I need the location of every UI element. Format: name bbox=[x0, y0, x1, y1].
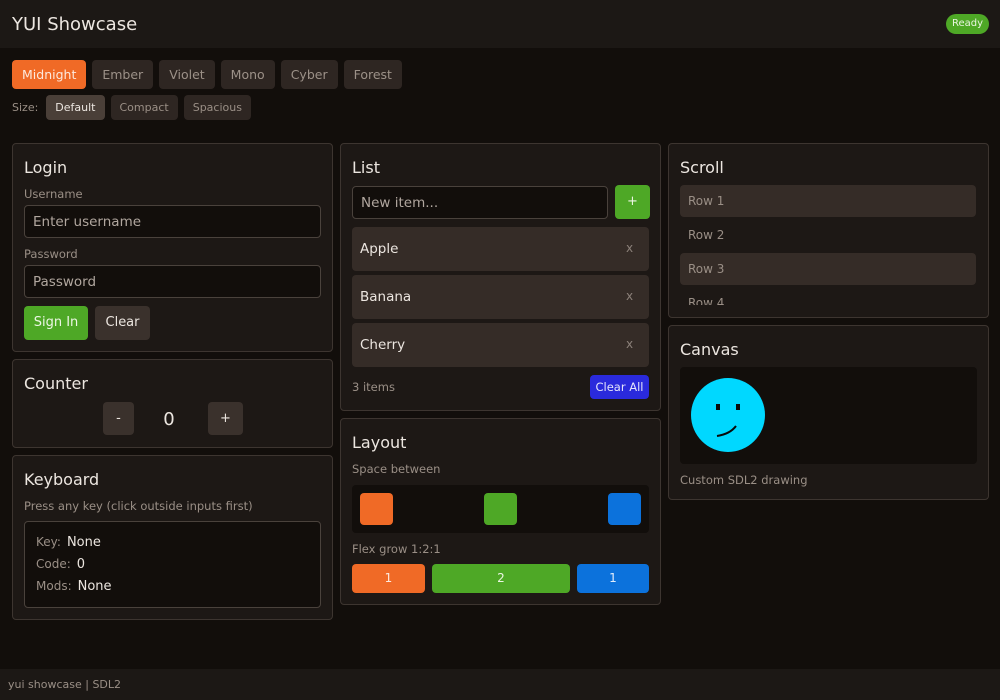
theme-midnight-button[interactable]: Midnight bbox=[12, 60, 87, 89]
list-item: Apple x bbox=[352, 227, 649, 271]
item-count: 3 items bbox=[352, 380, 395, 394]
scroll-panel: Scroll Row 1 Row 2 Row 3 Row 4 bbox=[668, 143, 989, 318]
key-label: Key: bbox=[36, 535, 61, 549]
grow-two: 2 bbox=[432, 564, 570, 593]
list-title: List bbox=[352, 158, 380, 177]
list-item-label: Cherry bbox=[360, 337, 406, 353]
layout-panel: Layout Space between Flex grow 1:2:1 1 2… bbox=[340, 418, 661, 605]
layout-title: Layout bbox=[352, 433, 407, 452]
grow-one-left: 1 bbox=[352, 564, 425, 593]
login-title: Login bbox=[24, 158, 68, 177]
scroll-row: Row 3 bbox=[680, 253, 976, 285]
counter-title: Counter bbox=[24, 374, 88, 393]
theme-violet-button[interactable]: Violet bbox=[159, 60, 215, 89]
keyboard-panel: Keyboard Press any key (click outside in… bbox=[12, 455, 333, 620]
list-item: Cherry x bbox=[352, 323, 649, 367]
size-spacious-button[interactable]: Spacious bbox=[183, 95, 251, 120]
key-value: None bbox=[66, 535, 101, 550]
smiley-face-icon bbox=[691, 378, 765, 452]
status-badge: Ready bbox=[946, 14, 989, 34]
size-default-button[interactable]: Default bbox=[46, 95, 105, 120]
theme-forest-button[interactable]: Forest bbox=[343, 60, 402, 89]
code-value: 0 bbox=[76, 557, 86, 572]
space-between-demo bbox=[352, 485, 649, 533]
sign-in-button[interactable]: Sign In bbox=[24, 306, 88, 340]
decrement-button[interactable]: - bbox=[103, 402, 134, 435]
remove-item-button[interactable]: x bbox=[626, 337, 633, 351]
app-title: YUI Showcase bbox=[12, 14, 138, 35]
list-item-label: Banana bbox=[360, 289, 412, 305]
password-label: Password bbox=[24, 247, 78, 261]
scroll-row: Row 1 bbox=[680, 185, 976, 217]
scroll-title: Scroll bbox=[680, 158, 724, 177]
footer-text: yui showcase | SDL2 bbox=[8, 678, 122, 691]
canvas-title: Canvas bbox=[680, 340, 739, 359]
mods-value: None bbox=[77, 579, 112, 594]
counter-panel: Counter - 0 + bbox=[12, 359, 333, 448]
space-between-label: Space between bbox=[352, 462, 441, 476]
canvas-caption: Custom SDL2 drawing bbox=[680, 473, 808, 487]
theme-selector: Midnight Ember Violet Mono Cyber Forest bbox=[12, 60, 402, 89]
size-label: Size: bbox=[12, 101, 39, 114]
keyboard-title: Keyboard bbox=[24, 470, 100, 489]
mods-row: Mods: None bbox=[36, 579, 112, 594]
key-row: Key: None bbox=[36, 535, 101, 550]
scroll-row: Row 4 bbox=[688, 296, 725, 305]
keyboard-hint: Press any key (click outside inputs firs… bbox=[24, 499, 253, 513]
clear-all-button[interactable]: Clear All bbox=[590, 375, 649, 399]
counter-value: 0 bbox=[163, 409, 175, 430]
code-row: Code: 0 bbox=[36, 557, 85, 572]
theme-mono-button[interactable]: Mono bbox=[220, 60, 275, 89]
grow-one-right: 1 bbox=[577, 564, 649, 593]
clear-button[interactable]: Clear bbox=[95, 306, 150, 340]
theme-ember-button[interactable]: Ember bbox=[92, 60, 154, 89]
list-item: Banana x bbox=[352, 275, 649, 319]
flex-grow-label: Flex grow 1:2:1 bbox=[352, 542, 441, 556]
blue-box bbox=[608, 493, 641, 525]
mods-label: Mods: bbox=[36, 579, 72, 593]
canvas-panel: Canvas Custom SDL2 drawing bbox=[668, 325, 989, 500]
list-panel: List + Apple x Banana x Cherry x 3 items… bbox=[340, 143, 661, 411]
password-input[interactable] bbox=[24, 265, 321, 298]
increment-button[interactable]: + bbox=[208, 402, 243, 435]
drawing-canvas[interactable] bbox=[680, 367, 977, 464]
size-compact-button[interactable]: Compact bbox=[110, 95, 178, 120]
code-label: Code: bbox=[36, 557, 71, 571]
add-item-button[interactable]: + bbox=[615, 185, 650, 219]
footer-bar: yui showcase | SDL2 bbox=[0, 669, 1000, 700]
size-selector: Size: Default Compact Spacious bbox=[12, 95, 251, 120]
flex-grow-demo: 1 2 1 bbox=[352, 564, 649, 593]
orange-box bbox=[360, 493, 393, 525]
keyboard-readout: Key: None Code: 0 Mods: None bbox=[24, 521, 321, 608]
list-item-label: Apple bbox=[360, 241, 399, 257]
app-header: YUI Showcase Ready bbox=[0, 0, 1000, 48]
scroll-area[interactable]: Row 1 Row 2 Row 3 Row 4 bbox=[669, 185, 988, 305]
login-panel: Login Username Password Sign In Clear bbox=[12, 143, 333, 352]
theme-cyber-button[interactable]: Cyber bbox=[280, 60, 338, 89]
new-item-input[interactable] bbox=[352, 186, 608, 219]
username-input[interactable] bbox=[24, 205, 321, 238]
green-box bbox=[484, 493, 517, 525]
scroll-row: Row 2 bbox=[688, 228, 725, 242]
remove-item-button[interactable]: x bbox=[626, 289, 633, 303]
username-label: Username bbox=[24, 187, 83, 201]
remove-item-button[interactable]: x bbox=[626, 241, 633, 255]
